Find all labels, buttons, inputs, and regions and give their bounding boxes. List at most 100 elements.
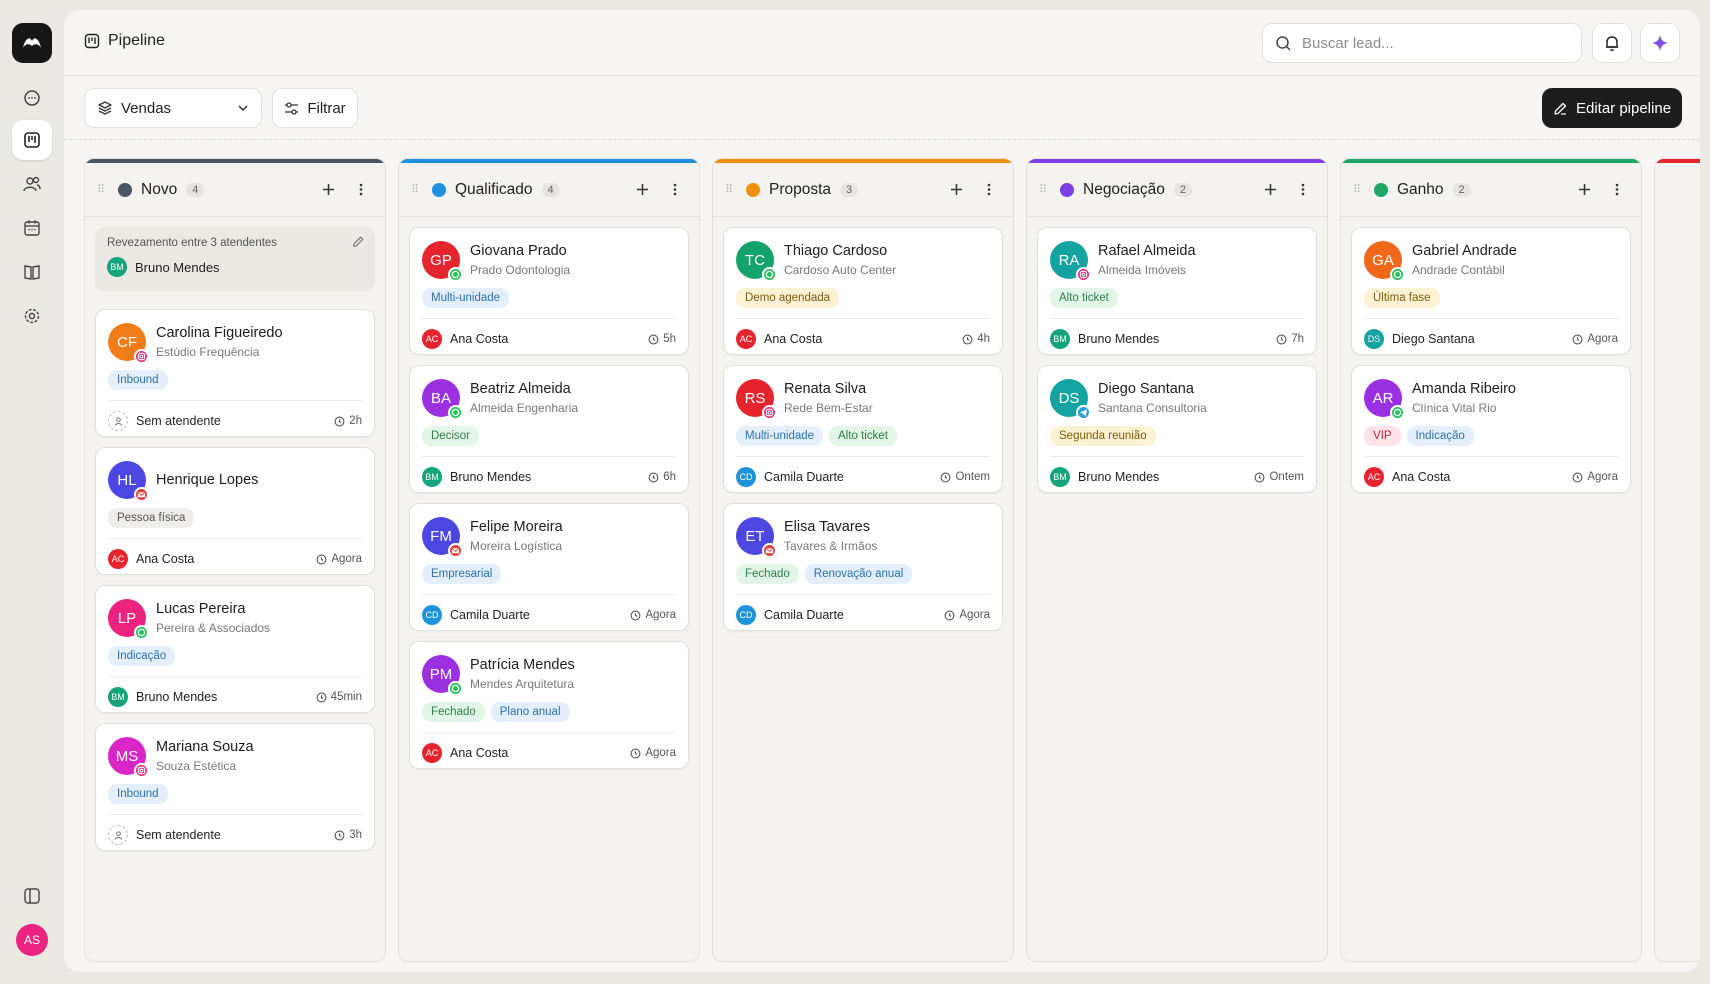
- filter-button[interactable]: Filtrar: [272, 88, 358, 128]
- lead-card[interactable]: DS Diego Santana Santana Consultoria Segund…: [1037, 365, 1317, 493]
- lead-names: Diego Santana Santana Consultoria: [1098, 381, 1207, 415]
- add-lead-button[interactable]: [944, 178, 968, 202]
- lead-tag: Fechado: [736, 564, 799, 584]
- lead-card[interactable]: RS Renata Silva Rede Bem-Estar Multi-unidad…: [723, 365, 1003, 493]
- user-avatar[interactable]: AS: [16, 924, 48, 956]
- clock-icon: [648, 334, 659, 344]
- lead-tag: Indicação: [108, 646, 176, 666]
- channel-badge: [448, 543, 463, 558]
- lead-card-footer: AC Ana Costa Agora: [422, 743, 676, 763]
- owner-name: Bruno Mendes: [1078, 332, 1160, 346]
- lead-card-footer: BM Bruno Mendes Ontem: [1050, 467, 1304, 487]
- drag-handle-icon[interactable]: ⠿: [1353, 183, 1365, 196]
- lead-tag: Segunda reunião: [1050, 426, 1156, 446]
- lead-card-header: DS Diego Santana Santana Consultoria: [1050, 378, 1304, 420]
- pipeline-column: ⠿ Qualificado 4 GP Giovana Prado Prado Odonto…: [398, 158, 700, 962]
- lead-initials: LP: [117, 609, 137, 627]
- edit-rotation-button[interactable]: [352, 235, 365, 253]
- notifications-button[interactable]: [1592, 23, 1632, 63]
- lead-card[interactable]: ET Elisa Tavares Tavares & Irmãos Fechado Re…: [723, 503, 1003, 631]
- page-title: Pipeline: [84, 32, 165, 50]
- nav-messages[interactable]: [12, 78, 52, 118]
- collapse-sidebar-button[interactable]: [12, 876, 52, 916]
- lead-card[interactable]: CF Carolina Figueiredo Estúdio Frequência I…: [95, 309, 375, 437]
- lead-card[interactable]: FM Felipe Moreira Moreira Logística Empresa…: [409, 503, 689, 631]
- chat-icon: [24, 90, 40, 106]
- owner-name: Diego Santana: [1392, 332, 1475, 346]
- nav-knowledge[interactable]: [12, 252, 52, 292]
- channel-badge: [1390, 267, 1405, 282]
- nav-settings[interactable]: [12, 296, 52, 336]
- search-input[interactable]: [1302, 34, 1562, 52]
- nav-contacts[interactable]: [12, 164, 52, 204]
- lead-time: Agora: [630, 609, 676, 621]
- add-lead-button[interactable]: [1572, 178, 1596, 202]
- add-lead-button[interactable]: [1258, 178, 1282, 202]
- lead-names: Carolina Figueiredo Estúdio Frequência: [156, 325, 283, 359]
- owner-avatar[interactable]: [108, 825, 128, 845]
- column-cards: Revezamento entre 3 atendentes BM Bruno Me…: [85, 217, 385, 851]
- lead-card[interactable]: GP Giovana Prado Prado Odontologia Multi-un…: [409, 227, 689, 355]
- lead-card[interactable]: HL Henrique Lopes Pessoa física AC Ana Costa…: [95, 447, 375, 575]
- lead-card-header: GA Gabriel Andrade Andrade Contábil: [1364, 240, 1618, 282]
- lead-card[interactable]: PM Patrícia Mendes Mendes Arquitetura Fecha…: [409, 641, 689, 769]
- time-text: Agora: [331, 553, 362, 565]
- lead-initials: RA: [1058, 251, 1080, 269]
- lead-name: Felipe Moreira: [470, 519, 563, 535]
- add-lead-button[interactable]: [630, 178, 654, 202]
- lead-card[interactable]: TC Thiago Cardoso Cardoso Auto Center Demo …: [723, 227, 1003, 355]
- owner-avatar[interactable]: [108, 411, 128, 431]
- owner-avatar: BM: [108, 687, 128, 707]
- lead-card[interactable]: GA Gabriel Andrade Andrade Contábil Última …: [1351, 227, 1631, 355]
- lead-card[interactable]: AR Amanda Ribeiro Clínica Vital Rio VIP Indi…: [1351, 365, 1631, 493]
- pipeline-select[interactable]: Vendas: [84, 88, 262, 128]
- drag-handle-icon[interactable]: ⠿: [1039, 183, 1051, 196]
- time-text: Agora: [959, 609, 990, 621]
- lead-initials: RS: [744, 389, 766, 407]
- app-logo[interactable]: [12, 23, 52, 63]
- owner-avatar: DS: [1364, 329, 1384, 349]
- drag-handle-icon[interactable]: ⠿: [97, 183, 109, 196]
- email-icon: [137, 491, 146, 498]
- sidebar: AS: [0, 0, 64, 984]
- lead-initials: TC: [745, 251, 765, 269]
- lead-card[interactable]: RA Rafael Almeida Almeida Imóveis Alto tick…: [1037, 227, 1317, 355]
- lead-card-header: PM Patrícia Mendes Mendes Arquitetura: [422, 654, 676, 696]
- lead-initials: AR: [1372, 389, 1394, 407]
- owner-avatar: AC: [422, 743, 442, 763]
- ai-assistant-button[interactable]: [1640, 23, 1680, 63]
- email-icon: [765, 547, 774, 554]
- nav-calendar[interactable]: [12, 208, 52, 248]
- lead-card[interactable]: MS Mariana Souza Souza Estética Inbound Sem …: [95, 723, 375, 851]
- lead-name: Henrique Lopes: [156, 472, 259, 488]
- lead-card-footer: AC Ana Costa 4h: [736, 329, 990, 349]
- time-text: Agora: [1587, 471, 1618, 483]
- lead-time: Agora: [316, 553, 362, 565]
- drag-handle-icon[interactable]: ⠿: [411, 183, 423, 196]
- time-text: 3h: [349, 829, 362, 841]
- rotation-box[interactable]: Revezamento entre 3 atendentes BM Bruno Me…: [95, 227, 375, 291]
- drag-handle-icon[interactable]: ⠿: [725, 183, 737, 196]
- column-menu-button[interactable]: [977, 178, 1001, 202]
- owner-name: Ana Costa: [1392, 470, 1451, 484]
- more-vertical-icon: [1615, 183, 1619, 196]
- sliders-icon: [285, 101, 299, 115]
- column-menu-button[interactable]: [1291, 178, 1315, 202]
- lead-card[interactable]: BA Beatriz Almeida Almeida Engenharia Decis…: [409, 365, 689, 493]
- column-menu-button[interactable]: [663, 178, 687, 202]
- lead-card[interactable]: LP Lucas Pereira Pereira & Associados Indic…: [95, 585, 375, 713]
- column-count-badge: 2: [1173, 182, 1192, 197]
- lead-tag: Decisor: [422, 426, 479, 446]
- search-box[interactable]: [1262, 23, 1582, 63]
- page-title-text: Pipeline: [108, 32, 165, 49]
- column-color-bar: [1655, 159, 1700, 163]
- column-count-badge: 4: [186, 182, 205, 197]
- nav-pipeline[interactable]: [12, 120, 52, 160]
- column-menu-button[interactable]: [349, 178, 373, 202]
- edit-pipeline-button[interactable]: Editar pipeline: [1542, 88, 1682, 128]
- add-lead-button[interactable]: [316, 178, 340, 202]
- column-menu-button[interactable]: [1605, 178, 1629, 202]
- time-text: Agora: [645, 747, 676, 759]
- lead-initials: PM: [429, 665, 453, 683]
- lead-avatar: MS: [108, 737, 149, 778]
